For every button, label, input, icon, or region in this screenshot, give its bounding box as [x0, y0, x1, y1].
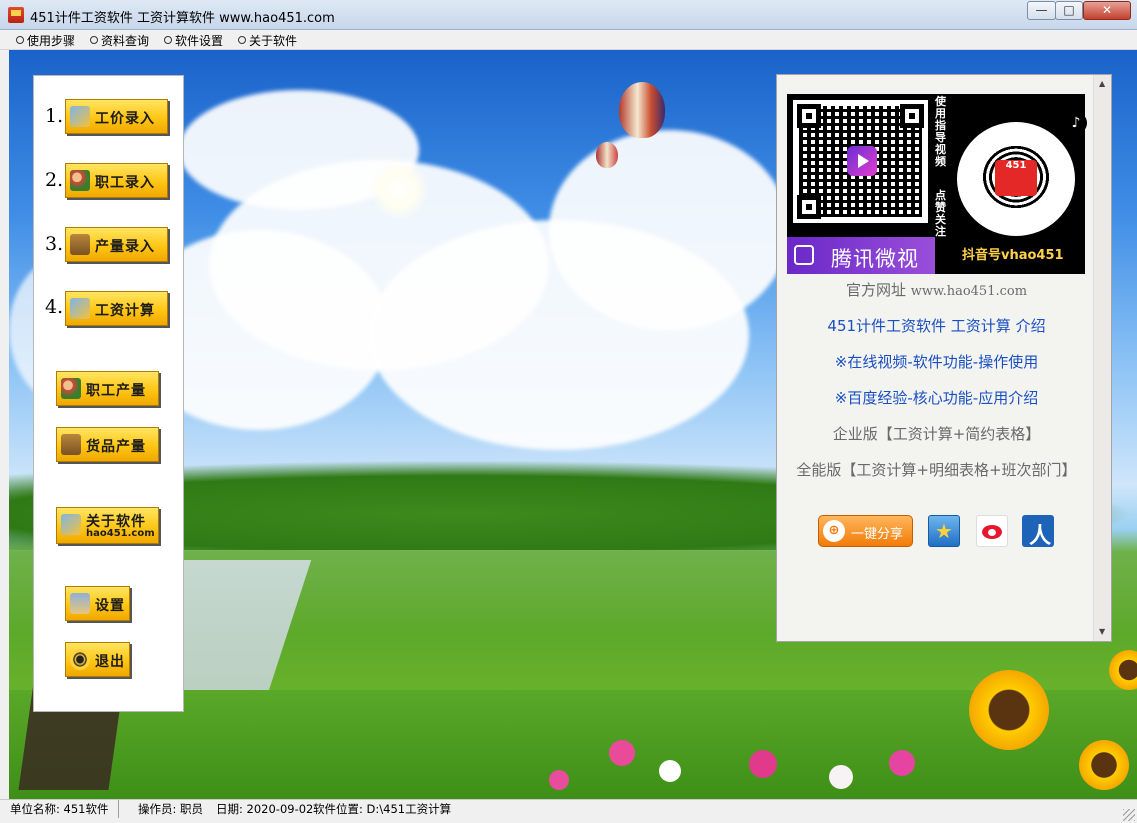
flower — [749, 750, 777, 778]
window-title: 451计件工资软件 工资计算软件 www.hao451.com — [30, 11, 335, 26]
weishi-logo-icon — [794, 245, 814, 265]
status-date: 日期: 2020-09-02 — [216, 802, 314, 816]
about-software-button[interactable]: 关于软件 hao451.com — [56, 507, 159, 544]
gift-box-icon — [61, 434, 81, 455]
people-icon — [61, 378, 81, 399]
radio-dot-icon — [90, 36, 98, 44]
weishi-qr-code — [793, 100, 928, 223]
wage-calculation-button[interactable]: 工资计算 — [65, 291, 168, 326]
hot-air-balloon — [619, 82, 665, 138]
renren-icon[interactable]: 人 — [1022, 515, 1054, 549]
menu-software-settings[interactable]: 软件设置 — [164, 32, 223, 49]
sunflower — [1079, 740, 1129, 790]
status-location: 软件位置: D:\451工资计算 — [313, 802, 452, 816]
calculator-icon — [61, 514, 81, 535]
radio-dot-icon — [238, 36, 246, 44]
maximize-button[interactable]: □ — [1055, 1, 1083, 20]
power-icon — [70, 649, 90, 670]
output-entry-button[interactable]: 产量录入 — [65, 227, 168, 262]
employee-entry-button[interactable]: 职工录入 — [65, 163, 168, 198]
online-video-link[interactable]: ※在线视频-软件功能-操作使用 — [777, 351, 1096, 372]
price-entry-button[interactable]: 工价录入 — [65, 99, 168, 134]
calculator-icon — [70, 298, 90, 319]
settings-icon — [70, 593, 90, 614]
close-button[interactable]: ✕ — [1083, 1, 1131, 20]
menu-bar: 使用步骤 资料查询 软件设置 关于软件 — [0, 30, 1137, 50]
step-number: 1. — [45, 105, 64, 127]
douyin-qr-code: 451 — [957, 122, 1075, 236]
scroll-down-icon[interactable]: ▼ — [1099, 627, 1105, 636]
weibo-icon[interactable] — [976, 515, 1008, 547]
flower — [549, 770, 569, 790]
flower — [889, 750, 915, 776]
weishi-play-icon — [847, 146, 877, 176]
hot-air-balloon-small — [596, 142, 618, 168]
video-guide-note: 使用指导视频 点赞关注 — [935, 95, 946, 238]
employee-output-button[interactable]: 职工产量 — [56, 371, 159, 406]
gift-box-icon — [70, 234, 90, 255]
sunflower — [969, 670, 1049, 750]
weishi-brand-bar: 腾讯微视 — [787, 237, 935, 274]
intro-link[interactable]: 451计件工资软件 工资计算 介绍 — [777, 315, 1096, 336]
flower — [659, 760, 681, 782]
people-icon — [70, 170, 90, 191]
status-operator: 操作员: 职员 — [138, 802, 204, 816]
step-number: 2. — [45, 169, 64, 191]
flower — [829, 765, 853, 789]
main-menu-panel: 1. 工价录入 2. 职工录入 3. 产量录入 4. 工资计算 职工产量 货品产… — [33, 75, 184, 712]
enterprise-edition-link[interactable]: 企业版【工资计算+简约表格】 — [777, 423, 1096, 444]
settings-button[interactable]: 设置 — [65, 586, 130, 621]
menu-about-software[interactable]: 关于软件 — [238, 32, 297, 49]
app-logo-badge: 451 — [995, 160, 1037, 196]
sunflower — [1109, 650, 1137, 690]
goods-output-button[interactable]: 货品产量 — [56, 427, 159, 462]
app-icon[interactable] — [8, 7, 24, 23]
official-site[interactable]: 官方网址 www.hao451.com — [777, 279, 1096, 300]
scroll-up-icon[interactable]: ▲ — [1099, 79, 1105, 88]
radio-dot-icon — [164, 36, 172, 44]
step-number: 4. — [45, 296, 64, 318]
qr-code-banner[interactable]: 腾讯微视 使用指导视频 点赞关注 451 ♪ 抖音号vhao451 — [787, 94, 1087, 274]
calculator-icon — [70, 106, 90, 127]
share-icon: ⊕ — [823, 520, 845, 542]
qzone-icon[interactable]: ★ — [928, 515, 960, 547]
minimize-button[interactable]: — — [1027, 1, 1056, 20]
radio-dot-icon — [16, 36, 24, 44]
douyin-logo-icon: ♪ — [1065, 112, 1087, 134]
status-bar: 单位名称: 451软件 操作员: 职员 日期: 2020-09-02 软件位置:… — [0, 799, 1137, 823]
status-unit-name: 单位名称: 451软件 — [10, 800, 119, 818]
one-click-share-button[interactable]: ⊕ 一键分享 — [818, 515, 913, 547]
douyin-account: 抖音号vhao451 — [962, 248, 1064, 263]
flower — [609, 740, 635, 766]
vertical-scrollbar[interactable]: ▲ ▼ — [1093, 75, 1111, 641]
menu-usage-steps[interactable]: 使用步骤 — [16, 32, 75, 49]
step-number: 3. — [45, 233, 64, 255]
sun — [369, 160, 429, 220]
title-bar: 451计件工资软件 工资计算软件 www.hao451.com — □ ✕ — [0, 0, 1137, 30]
baidu-guide-link[interactable]: ※百度经验-核心功能-应用介绍 — [777, 387, 1096, 408]
menu-data-query[interactable]: 资料查询 — [90, 32, 149, 49]
resize-grip-icon[interactable] — [1123, 809, 1135, 821]
info-panel: 腾讯微视 使用指导视频 点赞关注 451 ♪ 抖音号vhao451 官方网址 w… — [776, 74, 1112, 642]
exit-button[interactable]: 退出 — [65, 642, 130, 677]
full-edition-link[interactable]: 全能版【工资计算+明细表格+班次部门】 — [777, 459, 1096, 480]
